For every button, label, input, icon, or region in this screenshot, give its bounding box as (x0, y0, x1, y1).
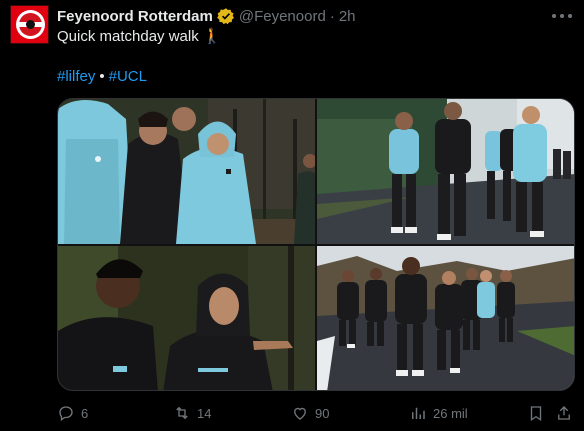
photo-2[interactable] (317, 99, 574, 244)
post-time[interactable]: 2h (339, 8, 356, 25)
repost-icon (176, 406, 188, 420)
hashtag-lilfey[interactable]: #lilfey (57, 68, 95, 85)
photo-1[interactable] (58, 99, 315, 244)
views-button[interactable]: 26 mil (409, 402, 468, 424)
share-button[interactable] (555, 402, 579, 424)
handle[interactable]: @Feyenoord (239, 8, 326, 25)
header-separator: · (329, 7, 335, 25)
feyenoord-logo (16, 10, 45, 39)
reply-count: 6 (81, 405, 89, 421)
bookmark-icon (530, 406, 542, 422)
media-grid (57, 98, 575, 391)
post-text: Quick matchday walk 🚶 (57, 27, 221, 45)
repost-count: 14 (197, 405, 212, 421)
photo-4[interactable] (317, 246, 574, 390)
like-button[interactable]: 90 (291, 402, 329, 424)
hashtag-separator: • (99, 68, 105, 85)
reply-icon (59, 406, 73, 422)
display-name[interactable]: Feyenoord Rotterdam (57, 8, 213, 25)
verified-badge-icon (217, 8, 234, 25)
views-count: 26 mil (433, 405, 468, 421)
reply-button[interactable]: 6 (57, 402, 88, 424)
avatar[interactable] (10, 5, 49, 44)
post-body: Quick matchday walk (57, 28, 199, 45)
share-icon (558, 406, 570, 420)
like-count: 90 (315, 405, 330, 421)
repost-button[interactable]: 14 (173, 402, 211, 424)
more-icon[interactable] (552, 8, 572, 24)
hashtag-ucl[interactable]: #UCL (109, 68, 147, 85)
views-icon (412, 407, 425, 419)
like-icon (294, 407, 306, 420)
hashtags: #lilfey • #UCL (57, 68, 147, 85)
action-bar: 6 14 90 26 mil (57, 402, 575, 424)
photo-3[interactable] (58, 246, 315, 390)
post-header: Feyenoord Rotterdam @Feyenoord · 2h (57, 6, 356, 26)
walking-emoji: 🚶 (202, 28, 222, 45)
bookmark-button[interactable] (527, 402, 551, 424)
